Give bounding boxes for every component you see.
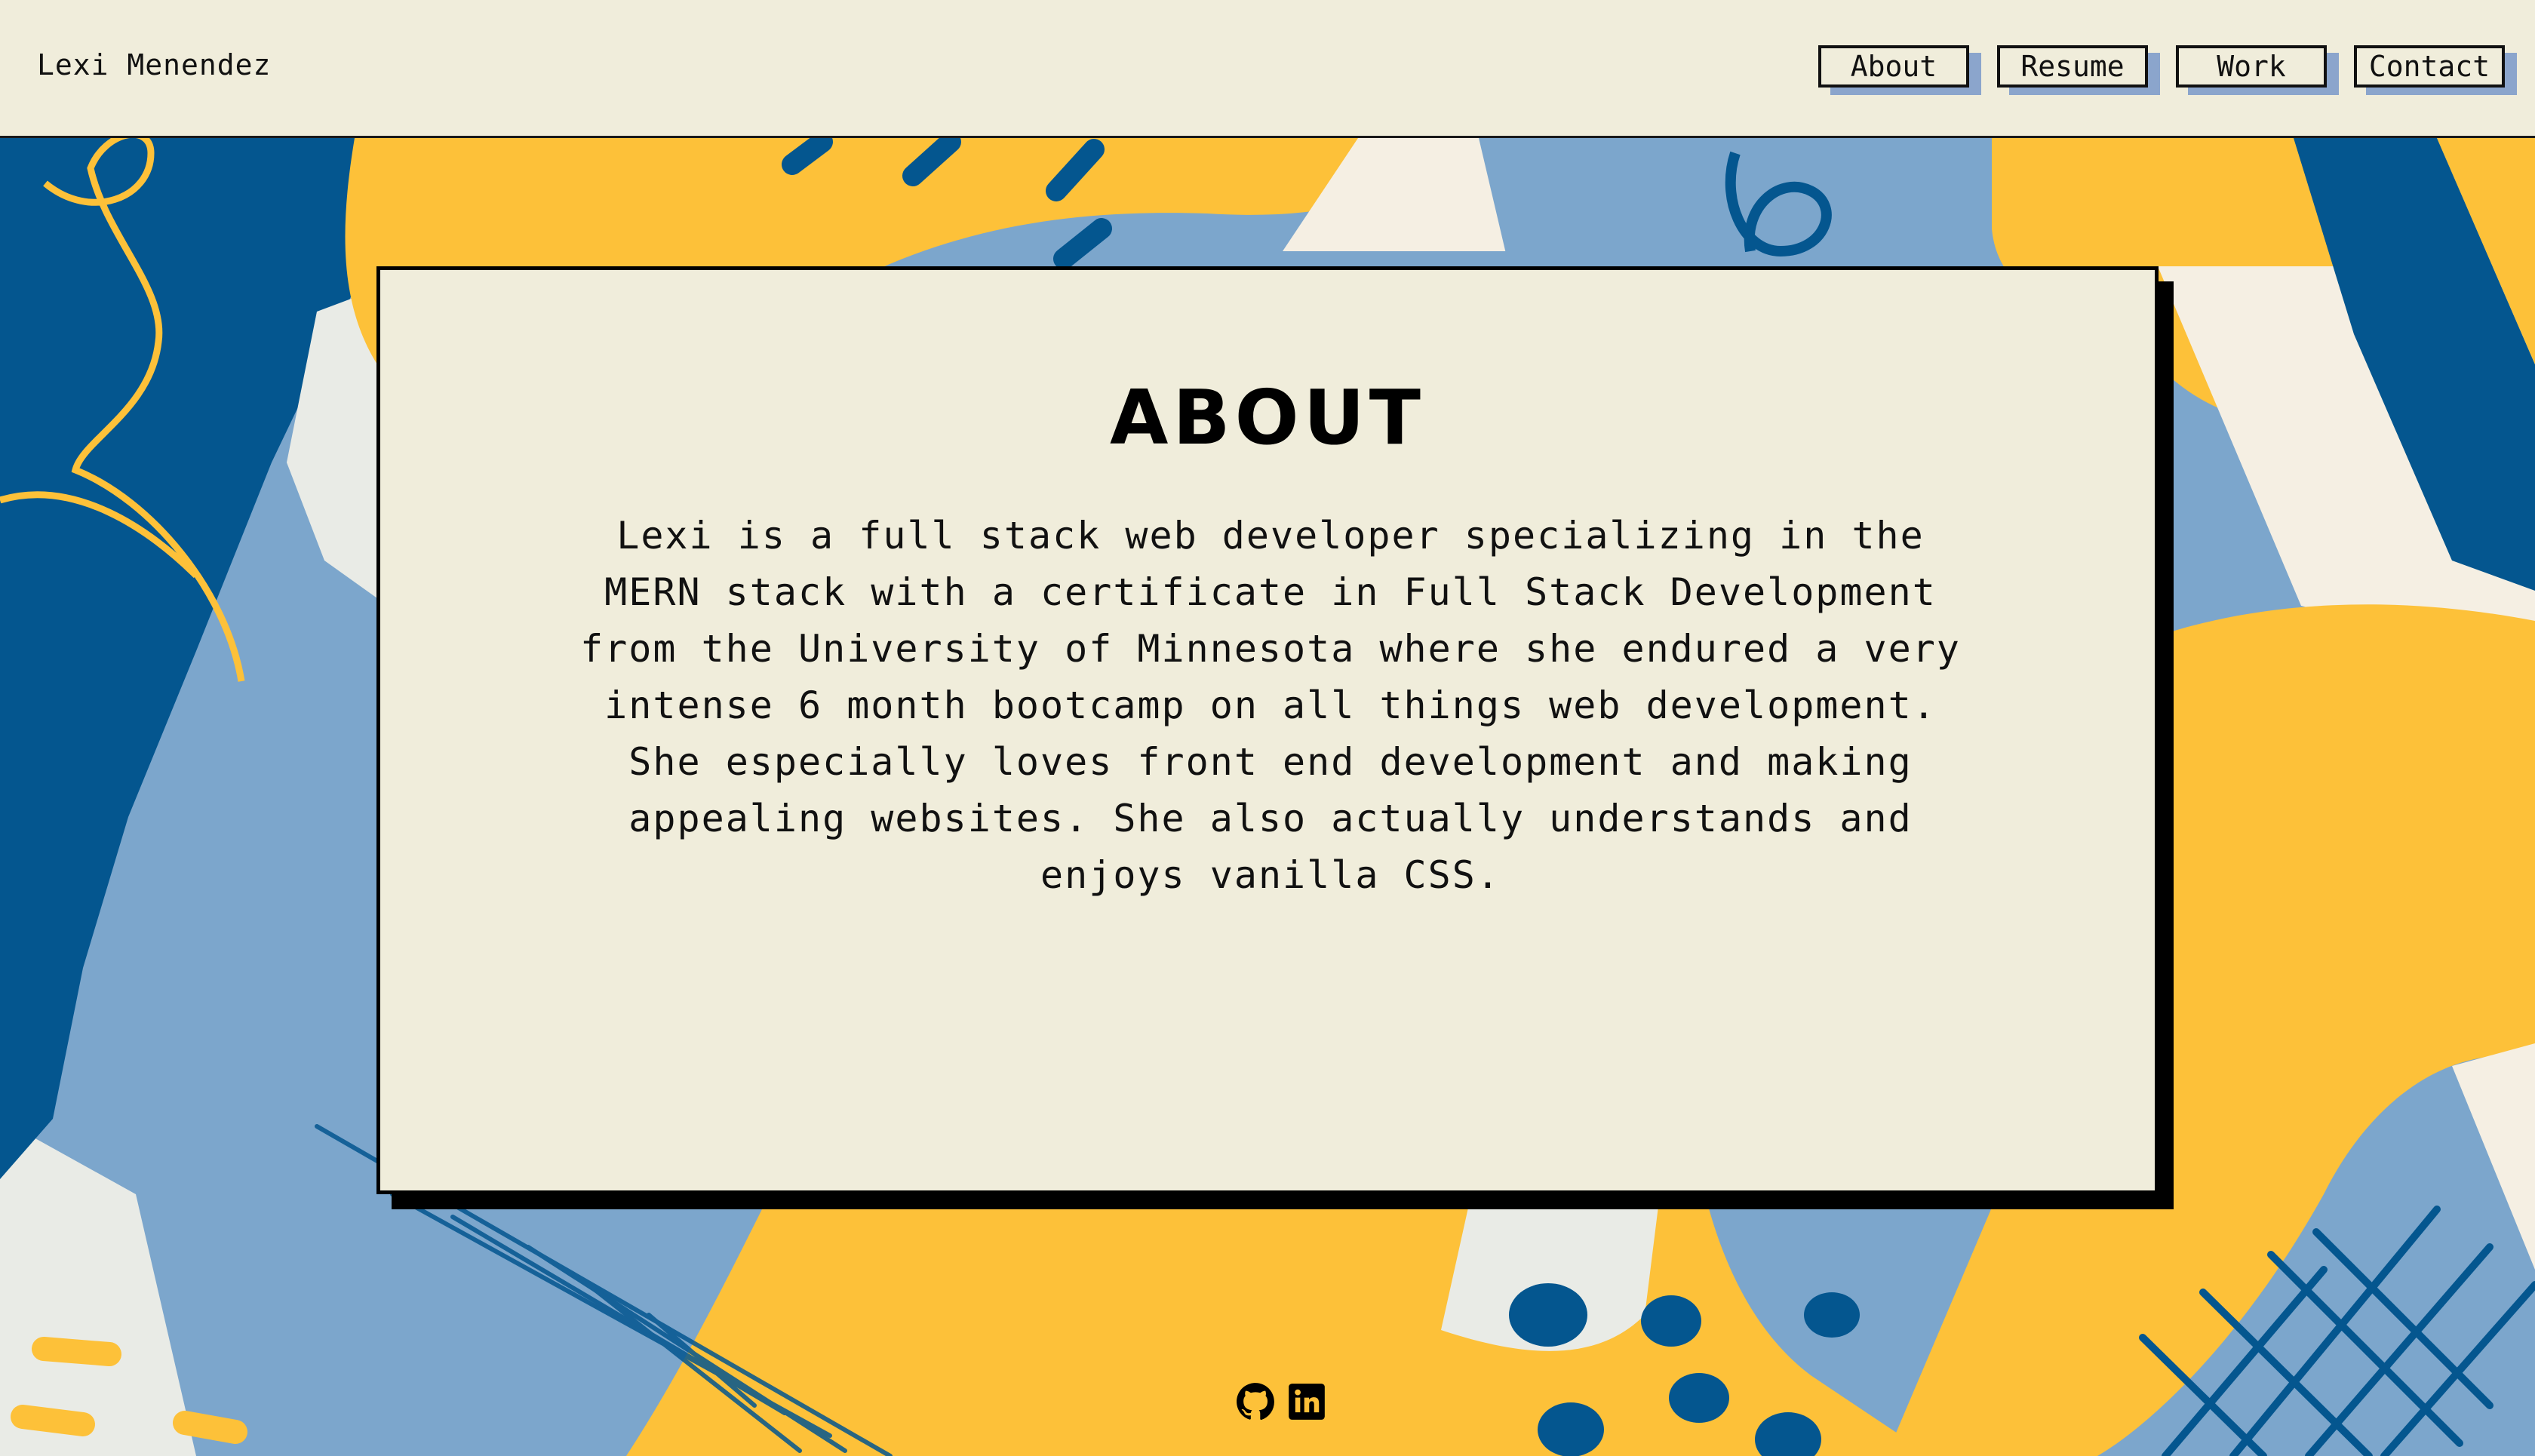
site-brand[interactable]: Lexi Menendez (37, 48, 271, 81)
top-navbar: Lexi Menendez About Resume Work Contact (0, 0, 2535, 138)
nav-work-label: Work (2217, 50, 2286, 83)
about-card: About Lexi is a full stack web developer… (376, 266, 2159, 1194)
about-heading: About (1109, 373, 1426, 462)
nav-resume-button[interactable]: Resume (1997, 45, 2148, 88)
nav-work-button[interactable]: Work (2176, 45, 2327, 88)
github-link[interactable] (1236, 1382, 1275, 1421)
nav-contact-label: Contact (2368, 50, 2490, 83)
linkedin-link[interactable] (1287, 1382, 1326, 1421)
about-paragraph: Lexi is a full stack web developer speci… (580, 514, 1961, 897)
nav-contact-button[interactable]: Contact (2354, 45, 2505, 88)
linkedin-icon (1289, 1384, 1325, 1420)
nav-resume-label: Resume (2020, 50, 2125, 83)
nav-about-label: About (1850, 50, 1937, 83)
nav-about-button[interactable]: About (1818, 45, 1969, 88)
social-links (1236, 1382, 1326, 1421)
github-icon (1237, 1383, 1274, 1421)
